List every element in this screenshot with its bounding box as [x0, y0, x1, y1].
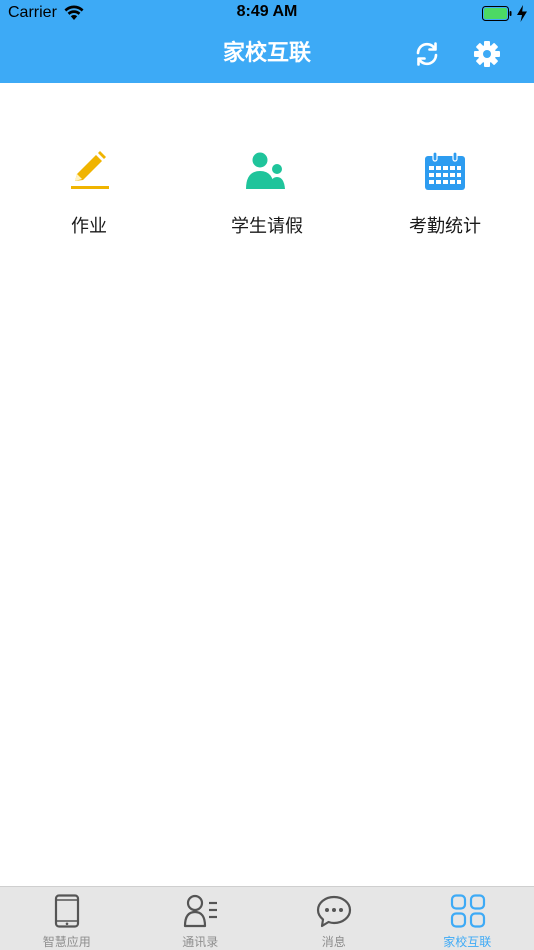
chat-icon [316, 895, 352, 928]
refresh-icon [416, 42, 438, 66]
charging-icon [517, 5, 527, 22]
refresh-button[interactable] [412, 38, 442, 70]
gear-icon [474, 41, 500, 67]
menu-item-label: 学生请假 [231, 216, 303, 237]
tab-home-school[interactable]: 家校互联 [401, 887, 534, 950]
status-bar: Carrier 8:49 AM [0, 0, 534, 27]
feature-grid: 作业 学生请假 考勤统计 [0, 140, 534, 250]
menu-item-label: 作业 [71, 216, 107, 237]
tab-label: 消息 [321, 935, 346, 949]
menu-item-student-leave[interactable]: 学生请假 [178, 140, 356, 250]
pencil-icon [71, 151, 109, 189]
tab-label: 通讯录 [182, 935, 219, 949]
page-title: 家校互联 [222, 41, 311, 66]
menu-item-homework[interactable]: 作业 [0, 140, 178, 250]
grid-icon [450, 894, 485, 928]
settings-button[interactable] [472, 38, 502, 70]
menu-item-label: 考勤统计 [409, 216, 481, 237]
header-bar: Carrier 8:49 AM 家校互联 [0, 0, 534, 83]
calendar-icon [425, 151, 465, 190]
students-icon [246, 152, 285, 189]
tablet-icon [54, 894, 80, 928]
contacts-icon [183, 894, 217, 928]
tab-label: 家校互联 [443, 935, 492, 949]
battery-icon [482, 6, 512, 21]
menu-item-attendance[interactable]: 考勤统计 [356, 140, 534, 250]
tab-label: 智慧应用 [42, 935, 91, 949]
clock: 8:49 AM [236, 3, 298, 20]
tab-smart-apps[interactable]: 智慧应用 [0, 887, 134, 950]
tab-contacts[interactable]: 通讯录 [134, 887, 268, 950]
tab-bar: 智慧应用 通讯录 消息 家校互联 [0, 886, 534, 950]
tab-messages[interactable]: 消息 [267, 887, 401, 950]
